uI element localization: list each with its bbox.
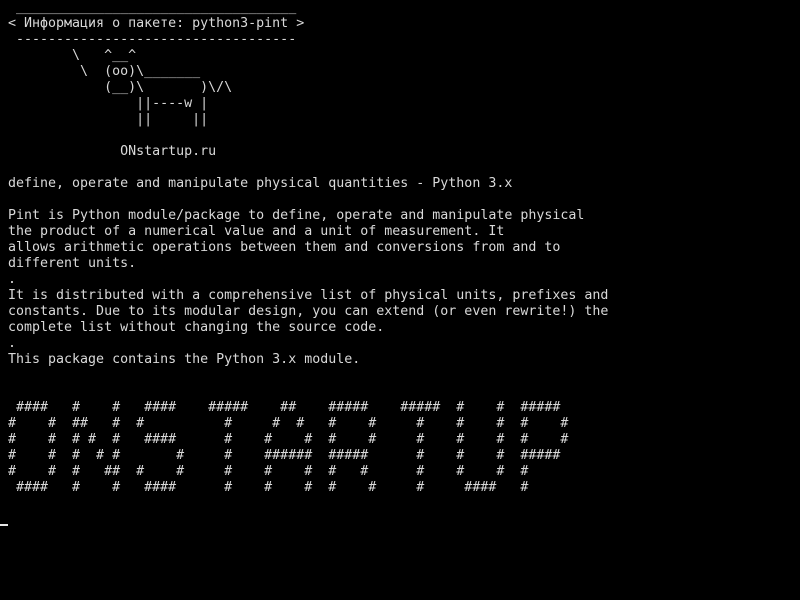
terminal-output: ___________________________________ < Ин… <box>8 0 609 495</box>
text-cursor <box>0 524 8 526</box>
terminal-window[interactable]: ___________________________________ < Ин… <box>0 0 800 600</box>
